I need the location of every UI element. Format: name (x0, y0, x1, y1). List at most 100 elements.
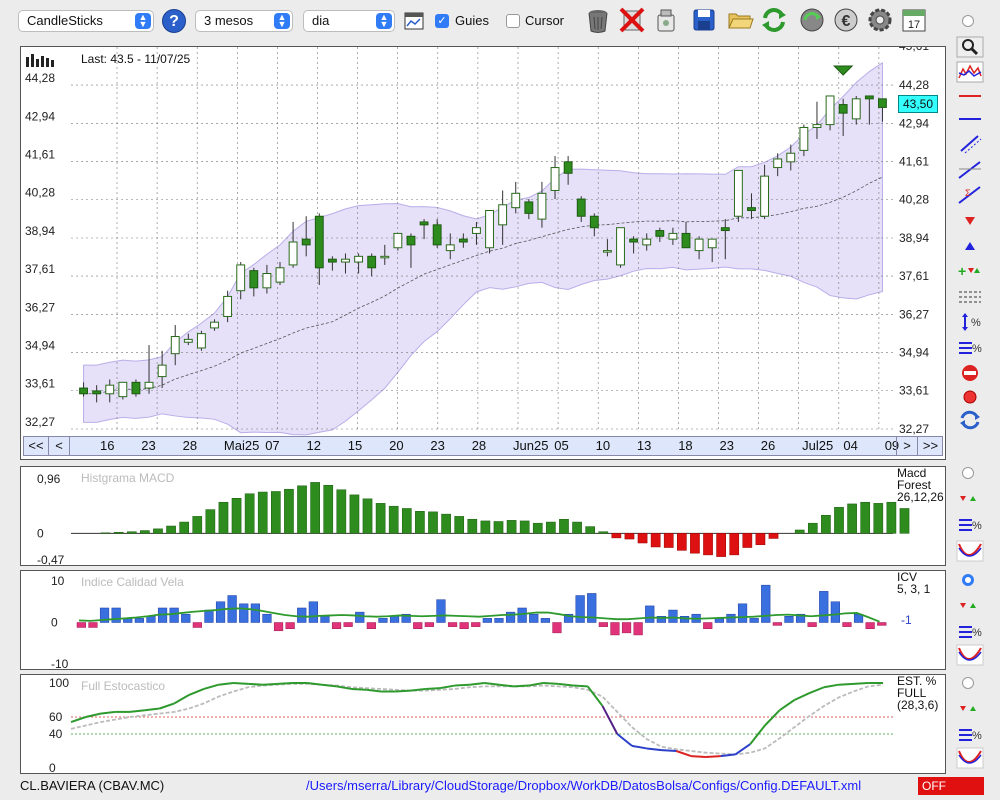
candle-body (589, 215, 599, 229)
candle-body (602, 250, 612, 253)
trend-line-icon[interactable] (956, 159, 984, 181)
x-axis-label: 28 (471, 438, 487, 453)
candle-body (183, 338, 193, 343)
arrow-up-icon[interactable] (956, 235, 984, 257)
x-axis-label: 26 (760, 438, 776, 453)
chevron-updown-icon: ▲ ▼ (135, 13, 151, 29)
cursor-checkbox[interactable] (506, 14, 520, 28)
icv-bar (807, 622, 817, 627)
open-folder-icon[interactable] (726, 6, 754, 34)
stoch-curve-icon[interactable] (956, 747, 984, 769)
x-axis-label: 28 (182, 438, 198, 453)
nav-first-button[interactable]: << (24, 437, 49, 455)
icv-curve-icon[interactable] (956, 644, 984, 666)
macd-signal-icon[interactable] (956, 488, 984, 510)
stoch-panel-radio[interactable] (962, 677, 974, 689)
date-nav-bar[interactable]: << < 16 23 28 Mai25 07 12 15 20 23 28 Jun25 05 10 13 1… (23, 436, 943, 456)
macd-curve-icon[interactable] (956, 540, 984, 562)
icv-value: -1 (901, 613, 912, 627)
stoch-signal-icon[interactable] (956, 698, 984, 720)
icv-bar (575, 595, 585, 623)
calendar-chart-icon[interactable] (404, 12, 424, 30)
stoch-percent-icon[interactable]: % (956, 723, 984, 745)
save-icon[interactable] (690, 6, 718, 34)
macd-bar (886, 501, 897, 534)
candle-body (838, 104, 848, 114)
euro-icon[interactable]: € (832, 6, 860, 34)
candle-body (524, 201, 534, 214)
icv-percent-icon[interactable]: % (956, 620, 984, 642)
stoch-k-segment (705, 755, 721, 758)
macd-panel-radio[interactable] (962, 467, 974, 479)
percent-lines-icon[interactable]: % (956, 336, 984, 358)
candle-body (118, 381, 128, 398)
icv-bar (621, 622, 632, 634)
candle-body (668, 232, 678, 240)
interval-select[interactable]: dia ▲ ▼ (303, 10, 395, 32)
delete-icon[interactable] (618, 6, 646, 34)
channel-icon[interactable] (956, 133, 984, 155)
candle-body (537, 192, 547, 220)
no-entry-icon[interactable] (956, 362, 984, 384)
nav-next-button[interactable]: > (896, 437, 917, 455)
svg-text:17: 17 (908, 19, 920, 31)
arrow-down-icon[interactable] (956, 210, 984, 232)
stoch-k-segment (646, 747, 662, 752)
x-axis-label: 07 (265, 438, 280, 453)
guides-checkbox[interactable]: ✓ (435, 14, 449, 28)
grid-lines-icon[interactable] (956, 286, 984, 308)
icv-bar (181, 613, 191, 623)
candle-body (367, 255, 377, 269)
icv-panel-radio[interactable] (962, 574, 974, 586)
clean-icon[interactable] (652, 6, 680, 34)
trash-icon[interactable] (584, 6, 612, 34)
date-icon[interactable]: 17 (900, 6, 928, 34)
macd-panel: 0,96 0 -0,47 Histgrama MACD Macd Forest 26… (20, 466, 946, 566)
icv-bar (482, 618, 492, 623)
stoch-k-segment (661, 749, 677, 752)
stoch-k-segment (572, 684, 588, 688)
horizontal-red-line-icon[interactable] (956, 85, 984, 107)
record-icon[interactable] (956, 386, 984, 408)
macd-bar (323, 484, 334, 534)
settings-icon[interactable] (866, 6, 894, 34)
refresh-icon[interactable] (760, 6, 788, 34)
macd-params: 26,12,26 (897, 490, 944, 504)
chart-type-select[interactable]: CandleSticks ▲ ▼ (18, 10, 154, 32)
macd-bar (126, 531, 137, 534)
period-select[interactable]: 3 mesos ▲ ▼ (195, 10, 293, 32)
percent-scale-icon[interactable]: % (956, 311, 984, 333)
zoom-icon[interactable] (956, 36, 984, 58)
stoch-k-segment (410, 687, 426, 692)
help-icon[interactable]: ? (162, 9, 186, 33)
candle-body (747, 207, 756, 212)
config-path-link[interactable]: /Users/mserra/Library/CloudStorage/Dropb… (306, 778, 861, 793)
nav-last-button[interactable]: >> (917, 437, 943, 455)
nav-prev-button[interactable]: < (49, 437, 70, 455)
macd-bar (899, 508, 910, 534)
macd-bar (873, 503, 884, 534)
price-chart[interactable]: 44,28 44,28 42,94 42,94 41,61 41,61 40,28 40,28… (21, 47, 945, 459)
macd-bar (860, 501, 871, 534)
icv-signal-icon[interactable] (956, 595, 984, 617)
macd-bar (310, 482, 320, 534)
stoch-y-tick: 40 (49, 727, 63, 741)
svg-text:%: % (971, 317, 981, 329)
status-off-badge[interactable]: OFF (918, 777, 984, 795)
update-icon[interactable] (798, 6, 826, 34)
candle-body (472, 227, 481, 234)
macd-percent-icon[interactable]: % (956, 513, 984, 535)
macd-bar (362, 498, 373, 534)
y-tick-label-right: 33,61 (899, 384, 929, 398)
main-panel-radio[interactable] (962, 15, 974, 27)
cycle-icon[interactable] (956, 409, 984, 431)
fibonacci-icon[interactable]: Σ (956, 184, 984, 206)
macd-bar (140, 530, 150, 534)
indicator-chart-icon[interactable] (956, 61, 984, 83)
horizontal-blue-line-icon[interactable] (956, 108, 984, 130)
stoch-k-segment (616, 733, 633, 747)
y-tick-label-right: 34,94 (899, 346, 929, 360)
icv-bar (134, 618, 144, 623)
stoch-k-segment (499, 683, 515, 688)
add-signal-icon[interactable]: + (956, 260, 984, 282)
